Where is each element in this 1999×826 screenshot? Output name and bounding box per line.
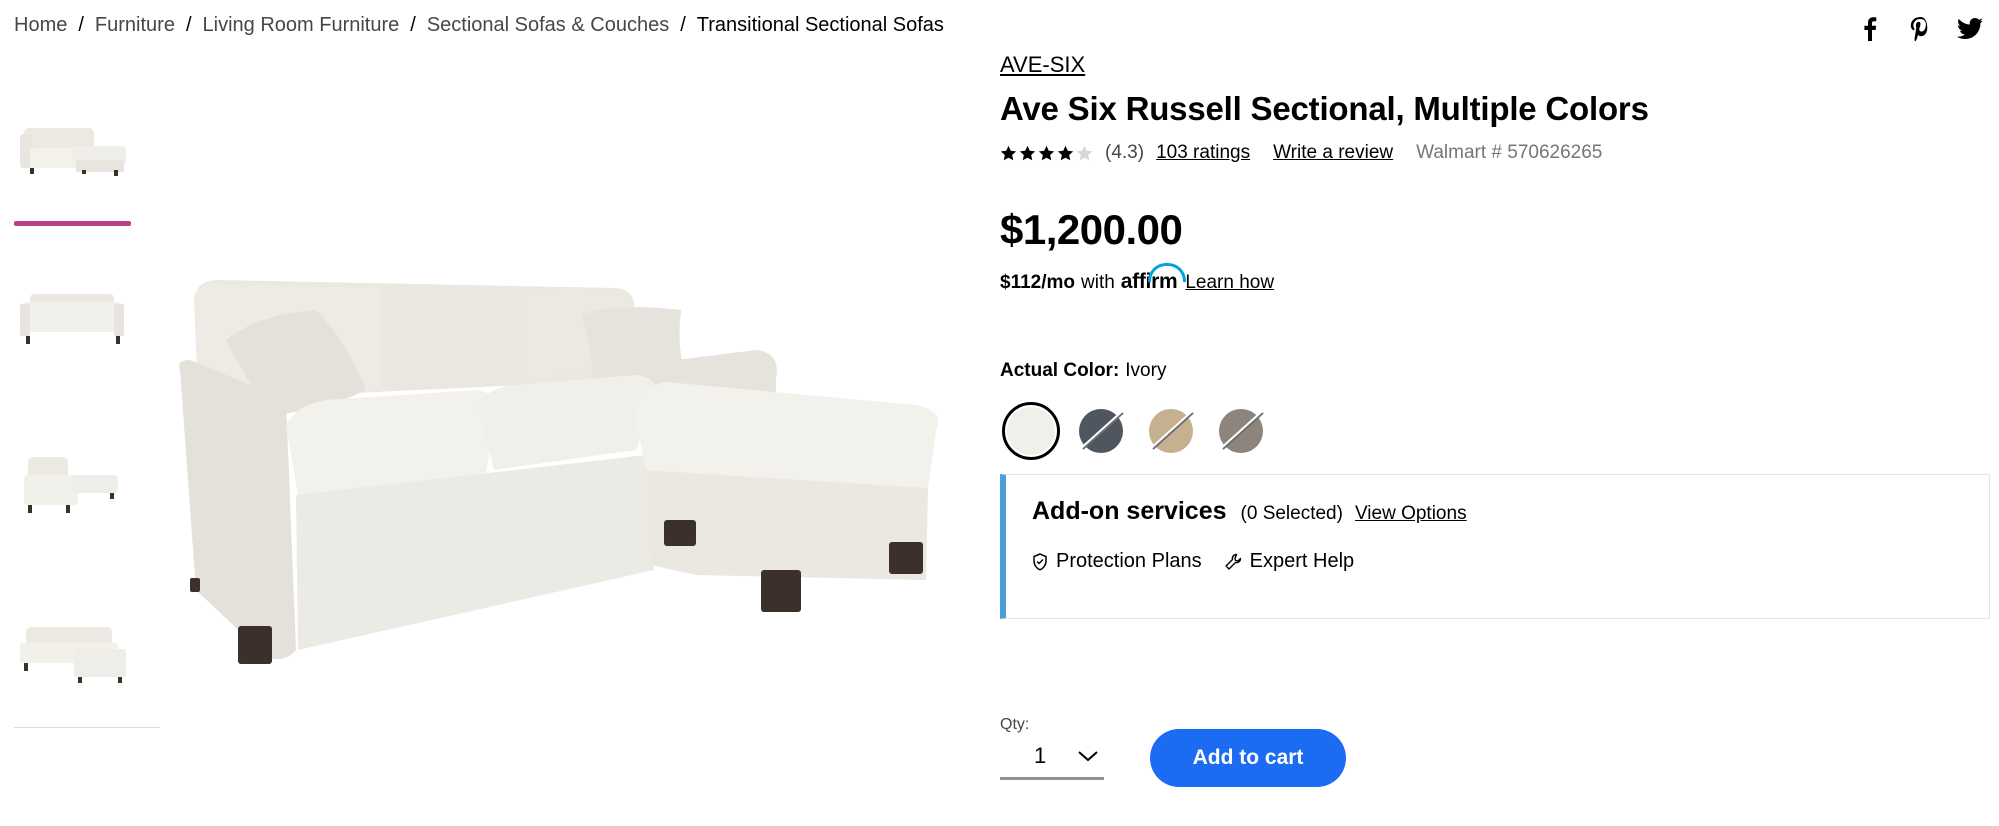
qty-value: 1 <box>1034 742 1047 768</box>
main-product-image[interactable] <box>176 270 946 680</box>
thumbnail-divider <box>14 727 160 728</box>
monthly-price: $112/mo <box>1000 272 1075 293</box>
affirm-financing: $112/mo with affirm Learn how <box>1000 263 1990 294</box>
add-to-cart-button[interactable]: Add to cart <box>1150 729 1346 787</box>
sectional-sofa-image <box>179 280 939 664</box>
ratings-link[interactable]: 103 ratings <box>1156 142 1250 164</box>
breadcrumb-current: Transitional Sectional Sofas <box>696 14 944 36</box>
product-info: AVE-SIX Ave Six Russell Sectional, Multi… <box>1000 52 1990 619</box>
sofa-thumbnail-image <box>20 294 124 344</box>
shield-icon <box>1033 552 1047 571</box>
thumbnail-2[interactable] <box>14 248 130 388</box>
color-label: Actual Color: <box>1000 360 1120 381</box>
brand-link[interactable]: AVE-SIX <box>1000 52 1085 78</box>
swatch-charcoal[interactable] <box>1072 402 1130 460</box>
learn-how-link[interactable]: Learn how <box>1185 272 1274 294</box>
addon-services-panel: Add-on services (0 Selected) View Option… <box>1000 474 1990 619</box>
product-title: Ave Six Russell Sectional, Multiple Colo… <box>1000 90 1649 127</box>
quantity-selector: Qty: 1 <box>1000 716 1104 780</box>
qty-label: Qty: <box>1000 716 1030 733</box>
sofa-thumbnail-image <box>24 457 118 513</box>
swatch-ivory[interactable] <box>1002 402 1060 460</box>
star-rating <box>1000 145 1093 162</box>
twitter-icon[interactable] <box>1955 14 1985 44</box>
product-price: $1,200.00 <box>1000 206 1183 253</box>
breadcrumb-living-room-furniture[interactable]: Living Room Furniture <box>203 14 400 37</box>
color-selector-label: Actual Color: Ivory <box>1000 360 1990 382</box>
addon-header: Add-on services (0 Selected) View Option… <box>1032 497 1989 526</box>
star-filled-icon <box>1057 145 1074 160</box>
swatch-color <box>1007 407 1055 455</box>
write-review-link[interactable]: Write a review <box>1273 142 1393 164</box>
wrench-icon <box>1224 553 1241 570</box>
sofa-thumbnail-image <box>20 627 126 683</box>
breadcrumb-sectional-sofas[interactable]: Sectional Sofas & Couches <box>427 14 669 37</box>
thumbnail-3[interactable] <box>14 416 130 556</box>
affirm-logo: affirm <box>1120 263 1186 293</box>
thumbnail-list <box>14 80 160 752</box>
breadcrumb-separator: / <box>185 14 192 36</box>
thumbnail-4[interactable] <box>14 584 130 724</box>
sofa-thumbnail-image <box>20 128 126 176</box>
breadcrumb: Home / Furniture / Living Room Furniture… <box>14 14 944 37</box>
chevron-down-icon <box>1076 744 1100 768</box>
swatch-taupe[interactable] <box>1142 402 1200 460</box>
addon-label: Protection Plans <box>1056 550 1202 572</box>
facebook-icon[interactable] <box>1855 14 1885 44</box>
addon-title: Add-on services <box>1032 497 1227 525</box>
swatch-grey[interactable] <box>1212 402 1270 460</box>
star-filled-icon <box>1019 145 1036 160</box>
breadcrumb-furniture[interactable]: Furniture <box>95 14 175 37</box>
star-empty-icon <box>1076 145 1093 160</box>
breadcrumb-home[interactable]: Home <box>14 14 67 37</box>
addon-items: Protection Plans Expert Help <box>1032 550 1989 573</box>
breadcrumb-separator: / <box>680 14 686 36</box>
view-options-link[interactable]: View Options <box>1355 503 1467 525</box>
color-value: Ivory <box>1125 360 1167 381</box>
breadcrumb-separator: / <box>78 14 84 36</box>
pinterest-icon[interactable] <box>1905 14 1935 44</box>
share-bar <box>1855 14 1985 44</box>
addon-protection-plans: Protection Plans <box>1032 550 1202 573</box>
affirm-with-text: with <box>1081 272 1115 293</box>
addon-label: Expert Help <box>1249 550 1355 572</box>
breadcrumb-separator: / <box>410 14 416 36</box>
item-number: Walmart # 570626265 <box>1416 142 1603 163</box>
qty-dropdown[interactable]: 1 <box>1000 734 1104 780</box>
star-filled-icon <box>1000 145 1017 160</box>
rating-row: (4.3) 103 ratings Write a review Walmart… <box>1000 142 1990 164</box>
rating-value: (4.3) <box>1105 142 1145 163</box>
star-filled-icon <box>1038 145 1055 160</box>
color-swatches <box>1002 402 1990 460</box>
addon-selected-count: (0 Selected) <box>1240 503 1343 524</box>
addon-expert-help: Expert Help <box>1224 550 1355 573</box>
thumbnail-1[interactable] <box>14 80 131 226</box>
